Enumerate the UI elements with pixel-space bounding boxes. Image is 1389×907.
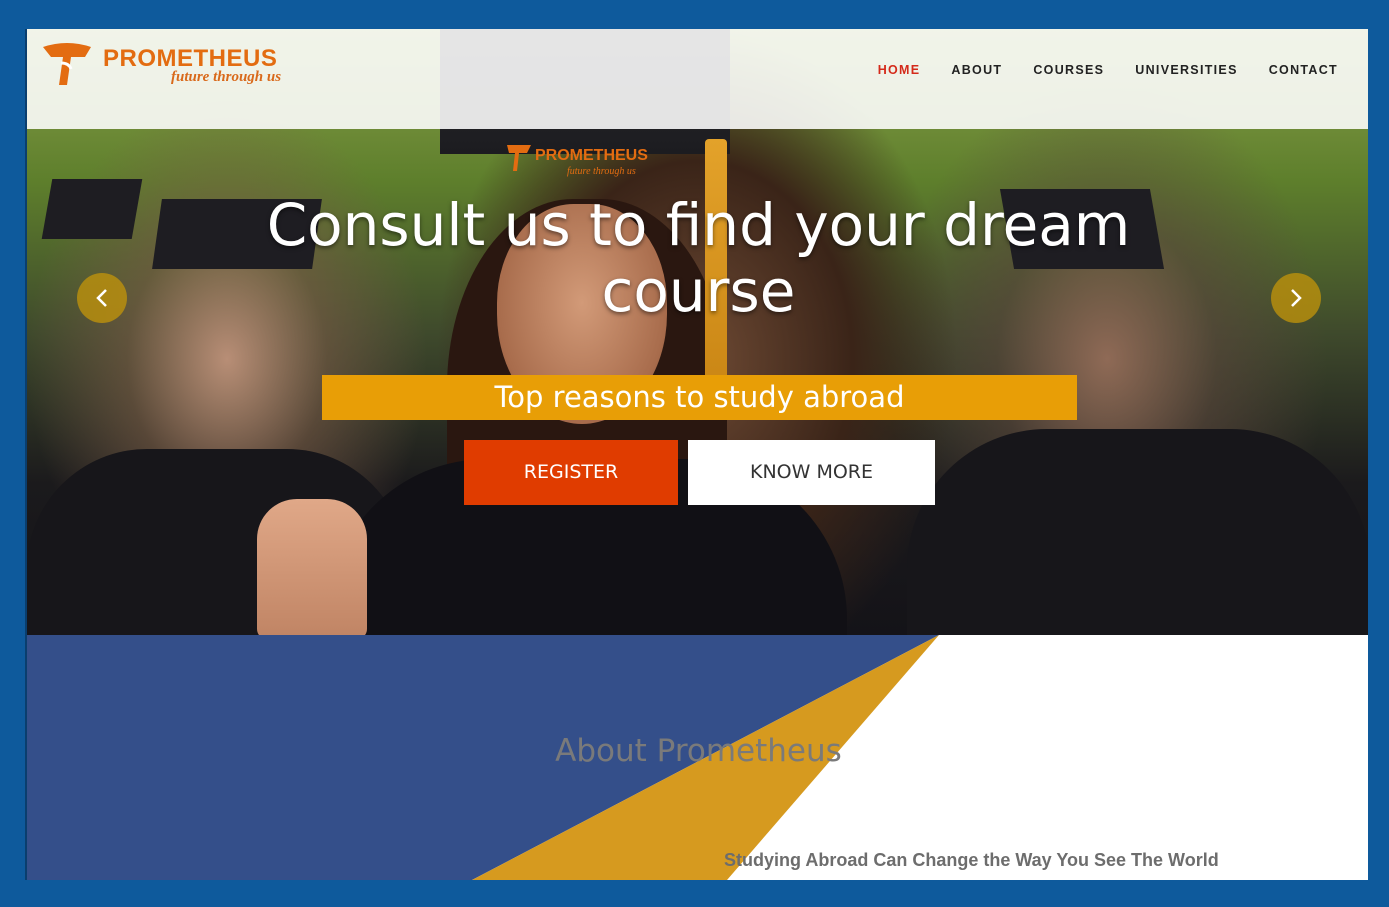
site-logo[interactable]: PROMETHEUS future through us (41, 39, 341, 99)
nav-contact[interactable]: CONTACT (1269, 63, 1338, 77)
cap-logo: PROMETHEUS future through us (505, 141, 648, 180)
brand-tagline: future through us (171, 69, 282, 85)
nav-home[interactable]: HOME (878, 63, 921, 77)
about-subtitle: Studying Abroad Can Change the Way You S… (724, 850, 1219, 870)
carousel-prev-button[interactable] (77, 273, 127, 323)
cap-brand-tagline: future through us (567, 166, 636, 177)
hero-title: Consult us to find your dream course (27, 192, 1368, 324)
thumbs-up-hand (257, 499, 367, 635)
chevron-right-icon (1291, 289, 1302, 307)
background-gown (907, 429, 1368, 635)
prometheus-logo-icon (43, 43, 91, 85)
nav-courses[interactable]: COURSES (1033, 63, 1104, 77)
site-header: PROMETHEUS future through us HOME ABOUT … (27, 29, 1368, 129)
nav-universities[interactable]: UNIVERSITIES (1135, 63, 1237, 77)
about-title: About Prometheus (555, 733, 842, 769)
prometheus-cap-logo-icon (507, 145, 531, 171)
nav-about[interactable]: ABOUT (951, 63, 1002, 77)
know-more-button[interactable]: KNOW MORE (688, 440, 935, 505)
hero-slider: PROMETHEUS future through us Consult us … (27, 29, 1368, 635)
hero-title-line1: Consult us to find your dream (266, 191, 1131, 259)
about-section: About Prometheus Studying Abroad Can Cha… (27, 635, 1368, 880)
chevron-left-icon (96, 289, 107, 307)
register-button[interactable]: REGISTER (464, 440, 678, 505)
carousel-next-button[interactable] (1271, 273, 1321, 323)
hero-title-line2: course (601, 257, 796, 325)
cap-brand-name: PROMETHEUS (535, 147, 648, 164)
browser-frame: PROMETHEUS future through us Consult us … (25, 29, 1368, 880)
main-nav: HOME ABOUT COURSES UNIVERSITIES CONTACT (878, 63, 1338, 77)
hero-subtitle-banner: Top reasons to study abroad (322, 375, 1077, 420)
